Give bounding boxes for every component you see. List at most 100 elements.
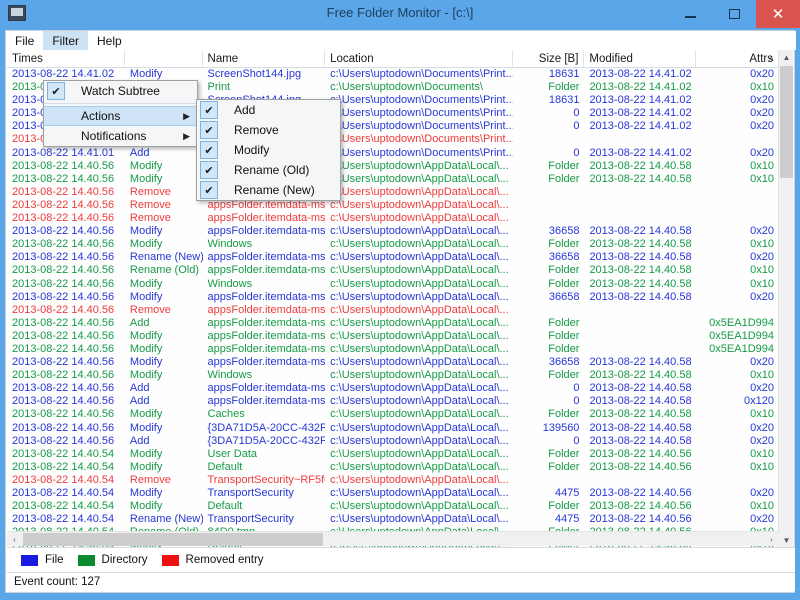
- table-row[interactable]: 2013-08-22 14.40.56 Remove appsFolder.item…: [7, 212, 779, 225]
- cell-timestamp: 2013-08-22 14.40.56: [12, 251, 115, 264]
- table-row[interactable]: 2013-08-22 14.40.54 Modify Default c:\Users…: [7, 461, 779, 474]
- table-row[interactable]: 2013-08-22 14.40.56 Modify appsFolder.item…: [7, 291, 779, 304]
- cell-action: Modify: [129, 447, 163, 460]
- menu-item-modify[interactable]: ✔ Modify: [197, 140, 340, 160]
- scroll-right-icon[interactable]: ›: [764, 532, 779, 547]
- table-row[interactable]: 2013-08-22 14.40.56 Rename (New) appsFolde…: [7, 251, 779, 264]
- maximize-button[interactable]: [712, 0, 756, 28]
- table-row[interactable]: 2013-08-22 14.40.54 Modify TransportSecuri…: [7, 487, 779, 500]
- cell-timestamp: 2013-08-22 14.40.56: [12, 408, 115, 421]
- cell-attrs: 0x20: [750, 487, 774, 499]
- menu-item-actions[interactable]: Actions ▶: [44, 106, 197, 126]
- cell-modified: [584, 330, 695, 343]
- menu-filter[interactable]: Filter: [43, 31, 89, 50]
- table-row[interactable]: 2013-08-22 14.40.54 Rename (New) Transport…: [7, 513, 779, 526]
- menu-item-remove[interactable]: ✔ Remove: [197, 120, 340, 140]
- table-row[interactable]: 2013-08-22 14.40.56 Modify appsFolder.item…: [7, 343, 779, 356]
- cell-size: 36658: [548, 251, 580, 264]
- cell-attrs: 0x5EA1D994: [709, 316, 774, 329]
- cell-attrs: 0x20: [750, 68, 774, 80]
- table-row[interactable]: 2013-08-22 14.40.56ModifyWindowsc:\Users…: [7, 369, 779, 382]
- cell-attrs: 0x10: [750, 238, 774, 251]
- table-row[interactable]: 2013-08-22 14.40.56 Modify {3DA71D5A-20CC-…: [7, 422, 779, 435]
- scroll-down-icon[interactable]: ▼: [779, 533, 794, 548]
- table-row[interactable]: 2013-08-22 14.40.56 Add appsFolder.itemdat…: [7, 395, 779, 408]
- menu-item-add[interactable]: ✔ Add: [197, 100, 340, 120]
- close-button[interactable]: ✕: [756, 0, 800, 28]
- cell-size: Folder: [548, 316, 580, 329]
- minimize-button[interactable]: [668, 0, 712, 28]
- cell-location: c:\Users\uptodown\Documents\Print...: [330, 107, 514, 120]
- window-controls: ✕: [668, 0, 800, 28]
- cell-attrs: 0x20: [750, 94, 774, 107]
- vertical-scrollbar-thumb[interactable]: [780, 66, 793, 178]
- vertical-scrollbar[interactable]: ▲ ▼: [778, 50, 793, 548]
- table-row[interactable]: 2013-08-22 14.40.56ModifyWindowsc:\Users…: [7, 278, 779, 291]
- cell-modified: 2013-08-22 14.40.56: [589, 447, 692, 460]
- table-row[interactable]: 2013-08-22 14.40.56 Modify Caches c:\Users\…: [7, 408, 779, 421]
- column-header-name[interactable]: Name: [203, 50, 326, 68]
- cell-attrs: [696, 304, 779, 317]
- table-row[interactable]: 2013-08-22 14.40.56ModifyWindowsc:\Users…: [7, 160, 779, 173]
- table-row[interactable]: 2013-08-22 14.40.54 Modify User Data c:\Use…: [7, 448, 779, 461]
- menu-item-notifications[interactable]: Notifications ▶: [44, 126, 197, 146]
- cell-modified: 2013-08-22 14.41.02: [589, 94, 692, 107]
- table-row[interactable]: 2013-08-22 14.40.56 Add appsFolder.itemdat…: [7, 317, 779, 330]
- cell-size: [513, 304, 584, 317]
- cell-action: Add: [129, 146, 150, 159]
- cell-modified: [584, 474, 695, 487]
- column-header-attrs[interactable]: Attrs ˄: [696, 50, 779, 68]
- table-row[interactable]: 2013-08-22 14.40.56Remove{3DA71D5A-20CC-…: [7, 186, 779, 199]
- table-row[interactable]: 2013-08-22 14.40.56 Modify appsFolder.item…: [7, 330, 779, 343]
- column-header-timestamp[interactable]: Times: [7, 50, 125, 68]
- table-row[interactable]: 2013-08-22 14.40.56ModifyWindowsc:\Users…: [7, 173, 779, 186]
- cell-name: appsFolder.itemdata-ms.n...: [207, 356, 326, 369]
- legend-item: Directory: [77, 554, 148, 566]
- cell-location: c:\Users\uptodown\AppData\Local\...: [330, 382, 509, 395]
- column-header-location[interactable]: Location: [325, 50, 514, 68]
- scroll-up-icon[interactable]: ▲: [779, 50, 794, 65]
- client-area: File Filter Help Times Name Location Siz…: [5, 30, 796, 593]
- table-row[interactable]: 2013-08-22 14.40.54 Remove TransportSecuri…: [7, 474, 779, 487]
- column-header-size[interactable]: Size [B]: [513, 50, 585, 68]
- menu-item-watch-subtree[interactable]: ✔ Watch Subtree: [44, 81, 197, 101]
- filter-dropdown-menu[interactable]: ✔ Watch Subtree Actions ▶ Notifications …: [43, 80, 198, 147]
- cell-attrs: 0x20: [750, 513, 774, 526]
- cell-size: Folder: [548, 500, 580, 513]
- table-row[interactable]: 2013-08-22 14.40.56ModifyWindowsc:\Users…: [7, 238, 779, 251]
- cell-location: c:\Users\uptodown\AppData\Local\...: [330, 198, 509, 211]
- cell-attrs: 0x10: [750, 81, 774, 94]
- table-row[interactable]: 2013-08-22 14.40.56 Add {3DA71D5A-20CC-432…: [7, 435, 779, 448]
- column-header-action[interactable]: [125, 50, 203, 68]
- cell-size: Folder: [548, 264, 580, 277]
- cell-name: {3DA71D5A-20CC-432F-A...: [207, 421, 326, 434]
- actions-submenu[interactable]: ✔ Add ✔ Remove ✔ Modify ✔ Rename (Old) ✔…: [196, 99, 341, 201]
- table-row[interactable]: 2013-08-22 14.40.56 Modify appsFolder.item…: [7, 356, 779, 369]
- table-row[interactable]: 2013-08-22 14.40.56 Remove appsFolder.item…: [7, 304, 779, 317]
- legend-color-swatch: [161, 554, 179, 566]
- cell-timestamp: 2013-08-22 14.41.01: [12, 146, 115, 159]
- table-row[interactable]: 2013-08-22 14.41.01AddScreenShot144.jpgc…: [7, 147, 779, 160]
- menu-bar: File Filter Help: [6, 31, 796, 50]
- menu-item-rename-old[interactable]: ✔ Rename (Old): [197, 160, 340, 180]
- column-header-modified[interactable]: Modified: [584, 50, 696, 68]
- menu-file[interactable]: File: [6, 31, 43, 50]
- cell-location: c:\Users\uptodown\AppData\Local\...: [330, 277, 509, 290]
- scroll-left-icon[interactable]: ‹: [7, 532, 22, 547]
- table-row[interactable]: 2013-08-22 14.40.56 Add appsFolder.itemdat…: [7, 382, 779, 395]
- cell-location: c:\Users\uptodown\AppData\Local\...: [330, 434, 509, 447]
- cell-location: c:\Users\uptodown\AppData\Local\...: [330, 395, 509, 408]
- table-row[interactable]: 2013-08-22 14.40.56 Remove appsFolder.item…: [7, 199, 779, 212]
- cell-location: c:\Users\uptodown\AppData\Local\...: [330, 251, 509, 264]
- menu-help[interactable]: Help: [88, 31, 131, 50]
- table-row[interactable]: 2013-08-22 14.40.56 Modify appsFolder.item…: [7, 225, 779, 238]
- menu-item-rename-new[interactable]: ✔ Rename (New): [197, 180, 340, 200]
- horizontal-scrollbar-thumb[interactable]: [23, 533, 323, 546]
- table-row[interactable]: 2013-08-22 14.40.54 Modify Default c:\Users…: [7, 500, 779, 513]
- menu-item-watch-subtree-label: Watch Subtree: [81, 84, 160, 98]
- cell-modified: [584, 199, 695, 212]
- cell-timestamp: 2013-08-22 14.40.56: [12, 212, 115, 225]
- horizontal-scrollbar[interactable]: ‹ ›: [7, 531, 779, 546]
- table-row[interactable]: 2013-08-22 14.40.56 Rename (Old) appsFolde…: [7, 264, 779, 277]
- cell-size: [513, 133, 584, 146]
